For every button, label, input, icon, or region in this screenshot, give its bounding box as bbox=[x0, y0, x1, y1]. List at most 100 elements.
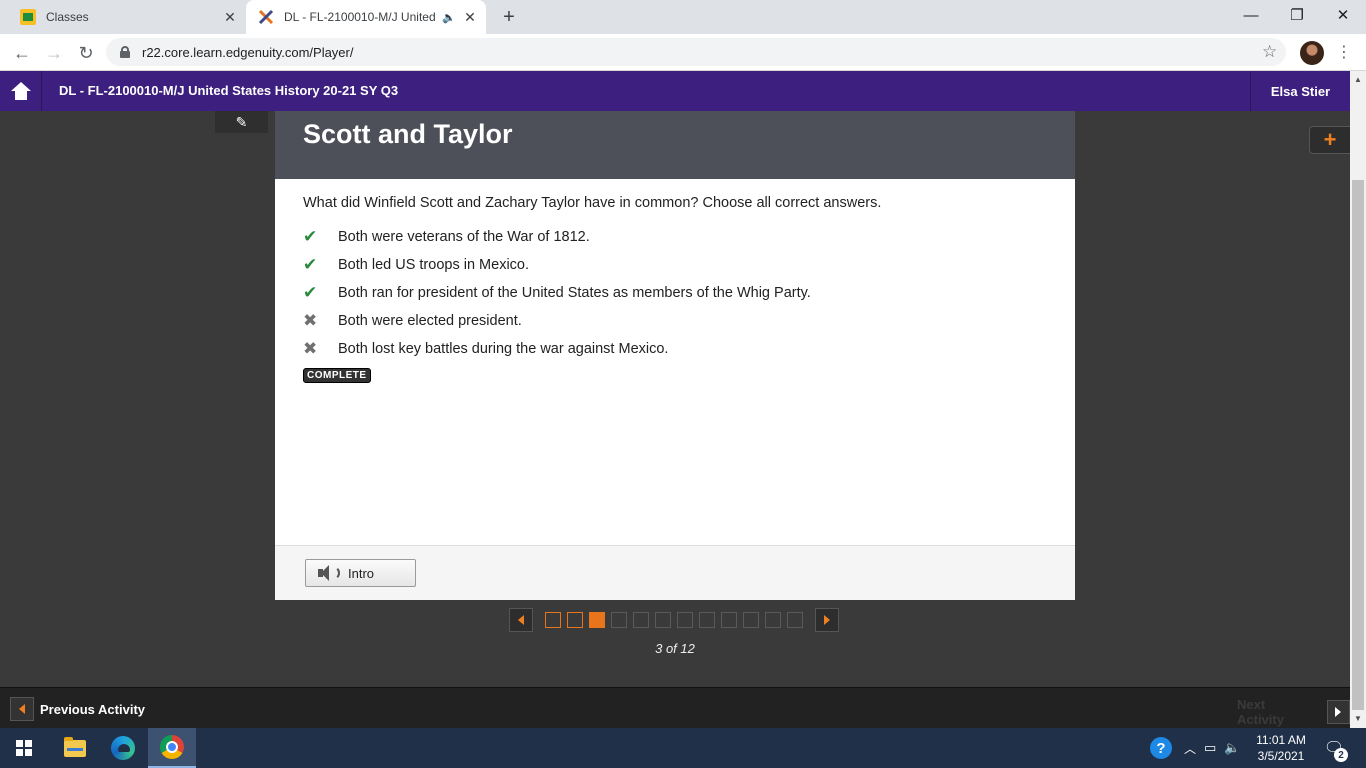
url-field[interactable]: r22.core.learn.edgenuity.com/Player/ bbox=[106, 38, 1286, 66]
home-icon bbox=[10, 82, 31, 100]
new-tab-button[interactable]: + bbox=[498, 6, 520, 29]
left-arrow-icon bbox=[518, 615, 524, 625]
system-tray: ? ︿ ▭ 🔈 bbox=[1150, 728, 1241, 768]
question-footer: Intro bbox=[275, 545, 1075, 600]
intro-label: Intro bbox=[348, 565, 375, 581]
browser-tab-strip: Classes ✕ DL - FL-2100010-M/J United 🔈 ✕… bbox=[0, 0, 1366, 34]
checkmark-icon: ✔ bbox=[303, 283, 318, 302]
page-square-3[interactable] bbox=[589, 612, 605, 628]
question-body: What did Winfield Scott and Zachary Tayl… bbox=[275, 179, 1075, 545]
course-title: DL - FL-2100010-M/J United States Histor… bbox=[59, 83, 399, 98]
edge-button[interactable] bbox=[99, 728, 147, 768]
scroll-down-arrow-icon[interactable]: ▼ bbox=[1354, 714, 1362, 723]
previous-activity-button[interactable]: Previous Activity bbox=[10, 697, 145, 721]
next-activity-label: Next Activity bbox=[1237, 697, 1284, 727]
profile-avatar[interactable] bbox=[1300, 41, 1324, 65]
close-window-button[interactable]: ✕ bbox=[1320, 0, 1366, 30]
edge-icon bbox=[111, 736, 135, 760]
battery-icon[interactable]: ▭ bbox=[1204, 740, 1216, 756]
x-mark-icon: ✖ bbox=[303, 311, 318, 330]
clock-date: 3/5/2021 bbox=[1257, 749, 1305, 763]
plus-button[interactable]: + bbox=[1309, 126, 1350, 154]
pencil-icon[interactable]: ✎ bbox=[215, 111, 268, 133]
left-arrow-icon bbox=[10, 697, 34, 721]
back-button[interactable]: ← bbox=[10, 41, 34, 65]
answer-text: Both were veterans of the War of 1812. bbox=[338, 229, 590, 245]
tab-title: Classes bbox=[46, 10, 89, 24]
page-count: 3 of 12 bbox=[655, 641, 695, 656]
address-bar: ← → ↻ r22.core.learn.edgenuity.com/Playe… bbox=[0, 34, 1366, 71]
previous-activity-label: Previous Activity bbox=[40, 701, 146, 717]
page-square-4[interactable] bbox=[611, 612, 627, 628]
taskbar-clock[interactable]: 11:01 AM 3/5/2021 bbox=[1245, 732, 1317, 764]
answer-text: Both ran for president of the United Sta… bbox=[338, 285, 811, 301]
speaker-icon bbox=[318, 564, 340, 582]
page-square-1[interactable] bbox=[545, 612, 561, 628]
answer-option: ✔ Both were veterans of the War of 1812. bbox=[303, 223, 1043, 251]
chrome-button[interactable] bbox=[148, 728, 196, 768]
browser-menu-icon[interactable]: ⋮ bbox=[1336, 42, 1352, 62]
page-square-8[interactable] bbox=[699, 612, 715, 628]
answer-option: ✔ Both ran for president of the United S… bbox=[303, 279, 1043, 307]
page-square-7[interactable] bbox=[677, 612, 693, 628]
checkmark-icon: ✔ bbox=[303, 227, 318, 246]
answer-text: Both were elected president. bbox=[338, 313, 522, 329]
activity-nav-bar: Previous Activity Next Activity bbox=[0, 687, 1350, 728]
page-square-10[interactable] bbox=[743, 612, 759, 628]
windows-taskbar: ? ︿ ▭ 🔈 11:01 AM 3/5/2021 🗨 bbox=[0, 728, 1366, 768]
page-square-5[interactable] bbox=[633, 612, 649, 628]
maximize-button[interactable]: ❐ bbox=[1274, 0, 1320, 30]
tab-edgenuity[interactable]: DL - FL-2100010-M/J United 🔈 ✕ bbox=[246, 0, 486, 34]
lock-icon[interactable] bbox=[120, 46, 130, 58]
page-square-9[interactable] bbox=[721, 612, 737, 628]
bookmark-star-icon[interactable]: ☆ bbox=[1262, 42, 1277, 62]
audio-playing-icon[interactable]: 🔈 bbox=[442, 11, 456, 24]
scrollbar-thumb[interactable] bbox=[1352, 180, 1364, 710]
right-arrow-icon bbox=[1326, 700, 1350, 724]
reload-button[interactable]: ↻ bbox=[74, 41, 98, 65]
answer-option: ✖ Both lost key battles during the war a… bbox=[303, 335, 1043, 363]
url-text: r22.core.learn.edgenuity.com/Player/ bbox=[142, 44, 354, 60]
question-title: Scott and Taylor bbox=[303, 119, 513, 149]
windows-logo-icon bbox=[16, 740, 32, 756]
page-square-6[interactable] bbox=[655, 612, 671, 628]
answer-text: Both lost key battles during the war aga… bbox=[338, 341, 669, 357]
tab-classes[interactable]: Classes ✕ bbox=[8, 0, 246, 34]
minimize-button[interactable]: — bbox=[1228, 0, 1274, 30]
right-arrow-icon bbox=[824, 615, 830, 625]
answer-list: ✔ Both were veterans of the War of 1812.… bbox=[303, 223, 1043, 363]
next-page-button[interactable] bbox=[815, 608, 839, 632]
notification-count: 2 bbox=[1334, 748, 1348, 762]
user-name[interactable]: Elsa Stier bbox=[1250, 71, 1350, 111]
complete-badge: COMPLETE bbox=[303, 368, 371, 383]
intro-button[interactable]: Intro bbox=[305, 559, 416, 587]
forward-button[interactable]: → bbox=[42, 41, 66, 65]
course-header: DL - FL-2100010-M/J United States Histor… bbox=[0, 71, 1366, 111]
tab-close-icon[interactable]: ✕ bbox=[220, 9, 240, 26]
answer-option: ✖ Both were elected president. bbox=[303, 307, 1043, 335]
page-square-11[interactable] bbox=[765, 612, 781, 628]
folder-icon bbox=[64, 736, 86, 757]
answer-text: Both led US troops in Mexico. bbox=[338, 257, 530, 273]
help-icon[interactable]: ? bbox=[1150, 737, 1172, 759]
next-activity-button[interactable]: Next Activity bbox=[1237, 697, 1350, 727]
chrome-icon bbox=[160, 735, 184, 759]
question-prompt: What did Winfield Scott and Zachary Tayl… bbox=[303, 195, 882, 211]
tab-close-icon[interactable]: ✕ bbox=[460, 9, 480, 26]
answer-option: ✔ Both led US troops in Mexico. bbox=[303, 251, 1043, 279]
start-button[interactable] bbox=[0, 728, 48, 768]
google-classroom-icon bbox=[20, 9, 36, 25]
tab-title: DL - FL-2100010-M/J United bbox=[284, 10, 436, 24]
page-square-12[interactable] bbox=[787, 612, 803, 628]
x-mark-icon: ✖ bbox=[303, 339, 318, 358]
home-button[interactable] bbox=[0, 71, 42, 111]
clock-time: 11:01 AM bbox=[1256, 733, 1306, 747]
edgenuity-icon bbox=[258, 9, 274, 25]
volume-icon[interactable]: 🔈 bbox=[1224, 740, 1240, 756]
checkmark-icon: ✔ bbox=[303, 255, 318, 274]
page-square-2[interactable] bbox=[567, 612, 583, 628]
scroll-up-arrow-icon[interactable]: ▲ bbox=[1354, 75, 1362, 84]
file-explorer-button[interactable] bbox=[51, 728, 99, 768]
previous-page-button[interactable] bbox=[509, 608, 533, 632]
chevron-up-icon[interactable]: ︿ bbox=[1184, 740, 1196, 757]
